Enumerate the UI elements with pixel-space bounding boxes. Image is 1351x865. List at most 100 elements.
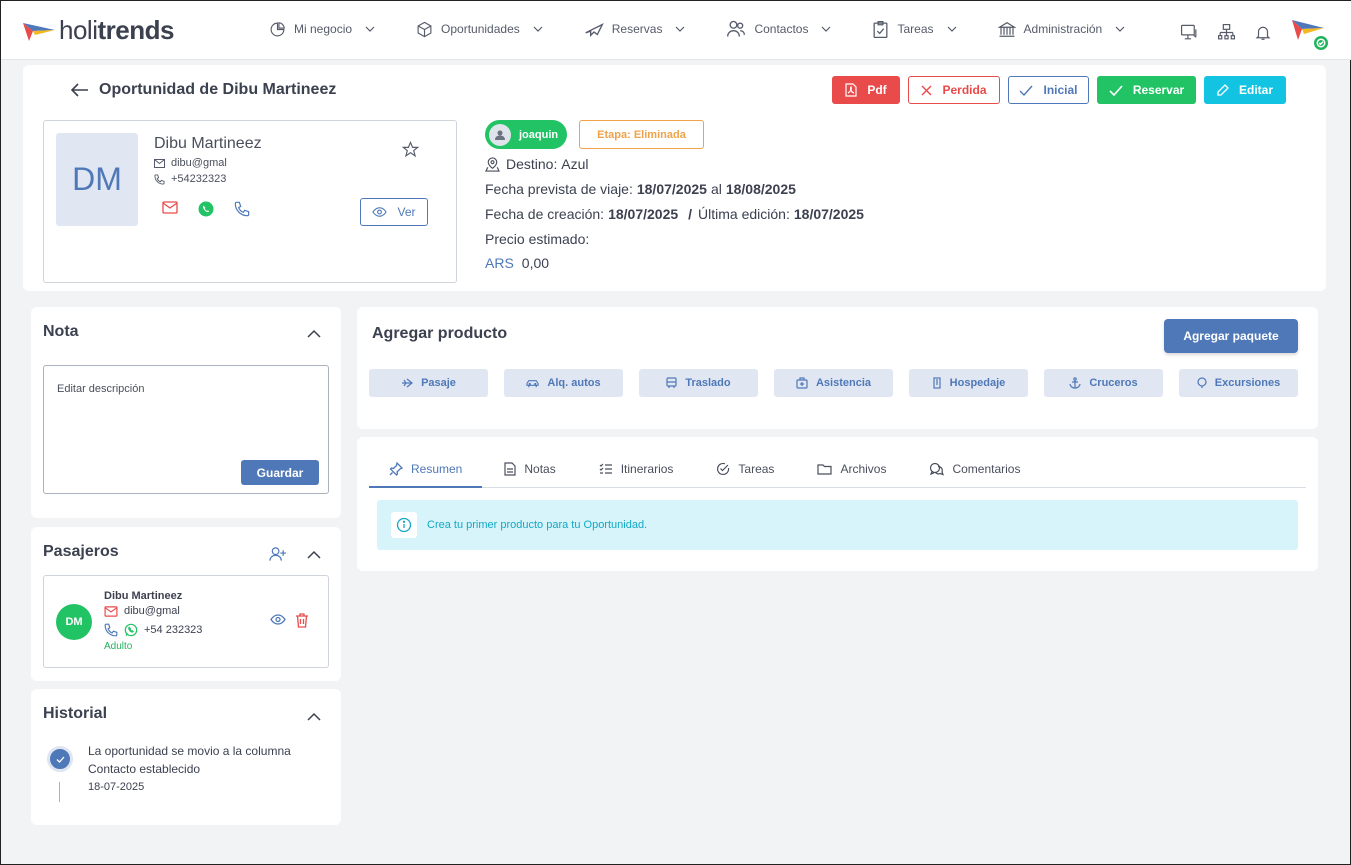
product-pasaje-button[interactable]: Pasaje <box>369 369 488 397</box>
destino-label: Destino: <box>506 156 558 172</box>
historial-title: Historial <box>43 705 108 722</box>
tab-notas[interactable]: Notas <box>504 451 556 487</box>
editar-button[interactable]: Editar <box>1204 76 1286 104</box>
alert-message: Crea tu primer producto para tu Oportuni… <box>427 519 648 531</box>
nav-tareas[interactable]: Tareas <box>872 18 957 40</box>
nav-label: Reservas <box>611 22 663 36</box>
nav-contactos[interactable]: Contactos <box>726 18 832 40</box>
mail-icon <box>154 158 165 168</box>
chevron-down-icon <box>947 26 956 32</box>
add-user-icon[interactable] <box>269 546 286 562</box>
stage-badge: Etapa: Eliminada <box>579 120 704 149</box>
reservar-button[interactable]: Reservar <box>1097 76 1196 104</box>
ver-label: Ver <box>397 205 416 219</box>
agregar-paquete-button[interactable]: Agregar paquete <box>1164 319 1298 353</box>
timeline-line <box>59 782 60 802</box>
reservar-label: Reservar <box>1132 83 1185 97</box>
avatar: DM <box>56 133 138 226</box>
bus-icon <box>666 377 677 388</box>
chevron-up-icon[interactable] <box>307 712 321 721</box>
tab-archivos[interactable]: Archivos <box>817 451 886 487</box>
whatsapp-icon[interactable] <box>198 201 214 217</box>
ver-button[interactable]: Ver <box>360 198 428 226</box>
tab-comentarios[interactable]: Comentarios <box>929 451 1020 487</box>
tab-label: Notas <box>524 462 556 476</box>
check-icon <box>1019 85 1034 96</box>
car-icon <box>526 379 540 387</box>
perdida-button[interactable]: Perdida <box>908 76 1000 104</box>
mail-icon[interactable] <box>162 201 178 217</box>
pdf-button[interactable]: Pdf <box>832 76 900 104</box>
inicial-button[interactable]: Inicial <box>1008 76 1089 104</box>
precio-label: Precio estimado: <box>485 231 590 247</box>
creacion-value: 18/07/2025 <box>608 206 679 222</box>
contact-name: Dibu Martineez <box>154 135 262 152</box>
nav-reservas[interactable]: Reservas <box>584 18 687 40</box>
phone-icon[interactable] <box>234 201 250 217</box>
bell-icon[interactable] <box>1254 23 1272 42</box>
eye-icon <box>372 207 388 217</box>
folder-icon <box>817 464 833 475</box>
guardar-button[interactable]: Guardar <box>241 460 319 485</box>
star-icon[interactable] <box>402 141 419 158</box>
brand-name: holitrends <box>59 14 174 45</box>
empty-state-alert: Crea tu primer producto para tu Oportuni… <box>377 500 1298 550</box>
trash-icon[interactable] <box>295 613 309 628</box>
page-title: Oportunidad de Dibu Martineez <box>99 81 337 98</box>
currency: ARS <box>485 255 514 271</box>
check-circle-icon <box>717 462 730 476</box>
arrow-left-icon[interactable] <box>71 83 89 97</box>
tab-resumen[interactable]: Resumen <box>369 451 483 488</box>
agregar-producto-card: Agregar producto Agregar paquete Pasaje … <box>357 307 1318 429</box>
network-icon[interactable] <box>1217 23 1236 42</box>
balloon-icon <box>1197 377 1207 388</box>
nota-editor[interactable]: Editar descripción Guardar <box>43 365 329 494</box>
chevron-down-icon <box>365 26 375 32</box>
product-alq-autos-button[interactable]: Alq. autos <box>504 369 623 397</box>
page-header: Oportunidad de Dibu Martineez <box>71 81 336 99</box>
app-logo-icon[interactable] <box>1292 14 1330 52</box>
owner-chip[interactable]: joaquin <box>485 120 567 149</box>
passenger-email: dibu@gmal <box>104 605 180 617</box>
verified-check-icon <box>1312 34 1330 52</box>
tab-label: Resumen <box>411 461 463 476</box>
nav-oportunidades[interactable]: Oportunidades <box>416 18 544 40</box>
whatsapp-icon[interactable] <box>124 623 138 637</box>
product-cruceros-button[interactable]: Cruceros <box>1044 369 1163 397</box>
monitor-icon[interactable] <box>1180 23 1199 42</box>
history-event-detail: Contacto establecido <box>88 762 201 776</box>
medical-kit-icon <box>796 377 808 389</box>
tab-bar: Resumen Notas Itinerarios Tareas Archivo… <box>369 451 1306 488</box>
tab-itinerarios[interactable]: Itinerarios <box>599 451 673 487</box>
mail-icon[interactable] <box>104 605 118 617</box>
nota-title: Nota <box>43 323 79 340</box>
bank-icon <box>997 21 1016 37</box>
nav-administracion[interactable]: Administración <box>997 18 1127 40</box>
check-icon <box>1109 84 1123 96</box>
owner-name: joaquin <box>519 128 559 141</box>
pie-chart-icon <box>270 21 285 36</box>
history-date: 18-07-2025 <box>88 781 145 793</box>
inicial-label: Inicial <box>1043 83 1078 97</box>
phone-icon <box>154 173 165 185</box>
chevron-up-icon[interactable] <box>307 329 321 338</box>
chevron-up-icon[interactable] <box>307 550 321 559</box>
amount: 0,00 <box>521 255 550 271</box>
tab-tareas[interactable]: Tareas <box>716 451 774 487</box>
product-label: Alq. autos <box>547 377 601 389</box>
product-traslado-button[interactable]: Traslado <box>639 369 758 397</box>
product-hospedaje-button[interactable]: Hospedaje <box>909 369 1028 397</box>
product-asistencia-button[interactable]: Asistencia <box>774 369 893 397</box>
contact-quick-actions <box>162 201 270 217</box>
user-avatar-icon <box>489 123 511 146</box>
phone-icon[interactable] <box>104 623 118 637</box>
nav-mi-negocio[interactable]: Mi negocio <box>269 18 376 40</box>
product-excursiones-button[interactable]: Excursiones <box>1179 369 1298 397</box>
product-label: Cruceros <box>1089 377 1138 389</box>
nav-label: Mi negocio <box>294 22 353 36</box>
creacion-label: Fecha de creación: <box>485 206 605 222</box>
clipboard-icon <box>874 20 888 38</box>
brand-logo[interactable]: holitrends <box>23 14 174 45</box>
eye-icon[interactable] <box>270 614 286 625</box>
tab-label: Comentarios <box>952 462 1021 476</box>
